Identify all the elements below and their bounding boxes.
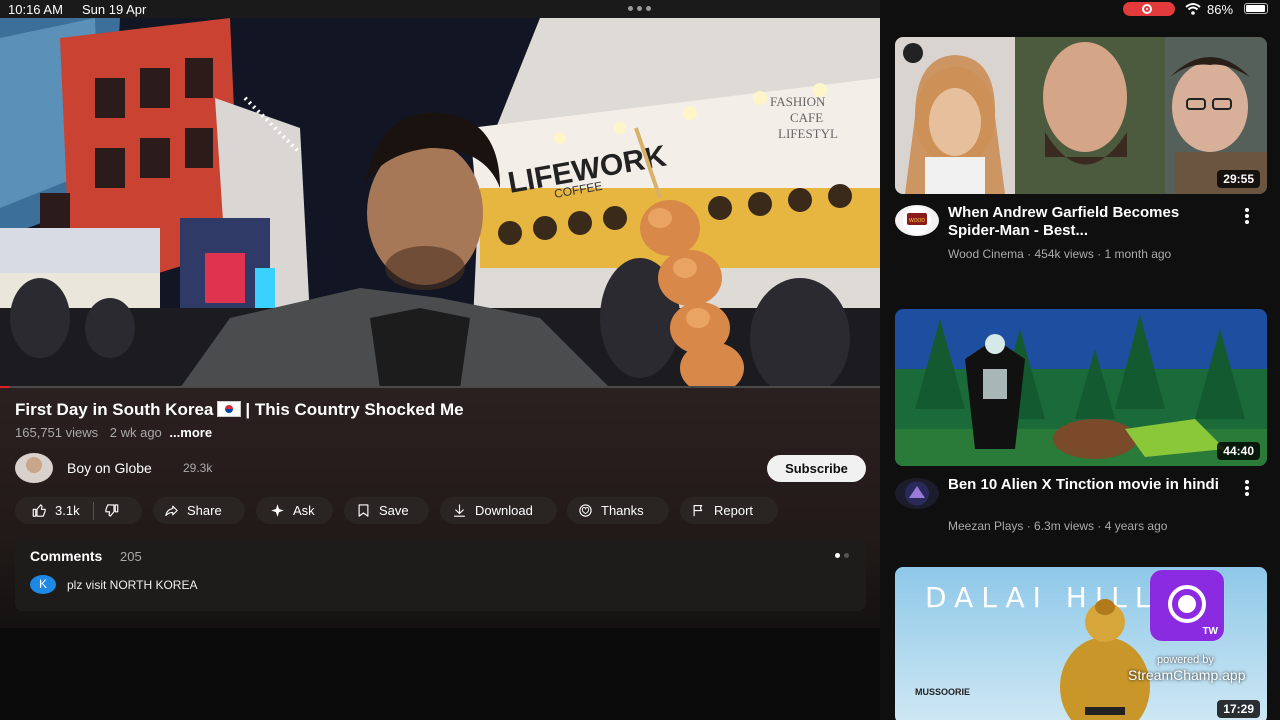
save-label: Save (379, 503, 409, 518)
view-count: 165,751 views (15, 425, 99, 440)
comments-panel[interactable]: Comments 205 K plz visit NORTH KOREA (15, 540, 866, 611)
subscribe-button[interactable]: Subscribe (767, 455, 866, 482)
download-label: Download (475, 503, 533, 518)
share-label: Share (187, 503, 222, 518)
svg-text:WOOD: WOOD (909, 218, 925, 224)
share-icon (165, 505, 178, 517)
battery-level (1246, 5, 1265, 12)
more-options-icon[interactable] (1243, 479, 1251, 497)
like-dislike-group: 3.1k (15, 497, 142, 524)
more-description-link[interactable]: ...more (169, 425, 212, 440)
upload-age: 2 wk ago (109, 425, 162, 440)
video-duration: 44:40 (1217, 442, 1260, 460)
svg-text:LIFESTYL: LIFESTYL (778, 126, 838, 141)
wifi-icon (1185, 3, 1201, 15)
streamchamp-watermark: StreamChamp.app (1128, 667, 1246, 683)
save-button[interactable]: Save (344, 497, 429, 524)
recommended-title[interactable]: Ben 10 Alien X Tinction movie in hindi (948, 476, 1233, 494)
channel-avatar[interactable] (15, 453, 53, 483)
video-meta[interactable]: 165,751 views 2 wk ago ...more (15, 425, 212, 440)
super-thanks-icon (579, 504, 592, 517)
recommended-meta: Meezan Plays · 6.3m views · 4 years ago (948, 519, 1168, 533)
thumbnail-image (895, 309, 1267, 466)
wood-cinema-logo-icon: WOOD (903, 206, 931, 235)
download-icon (453, 504, 466, 517)
sparkle-icon (271, 504, 284, 517)
bookmark-icon (358, 504, 369, 517)
report-label: Report (714, 503, 754, 518)
recommended-meta: Wood Cinema · 454k views · 1 month ago (948, 247, 1172, 261)
channel-name[interactable]: Boy on Globe (67, 460, 152, 476)
like-icon[interactable] (32, 503, 47, 518)
ask-label: Ask (293, 503, 315, 518)
channel-avatar[interactable]: WOOD (895, 205, 939, 236)
chip-divider (92, 501, 94, 520)
battery-icon (1244, 3, 1268, 14)
powered-by-text: powered by (1157, 654, 1214, 666)
top-comment-text: plz visit NORTH KOREA (67, 578, 198, 592)
commenter-avatar: K (30, 575, 56, 594)
meezan-plays-logo-icon (905, 481, 929, 506)
multitasking-dots-icon[interactable] (628, 6, 651, 11)
streamchamp-overlay-button[interactable]: TW (1150, 570, 1224, 641)
download-button[interactable]: Download (440, 497, 557, 524)
like-count: 3.1k (55, 503, 80, 518)
video-frame: LIFEWORK COFFEE FASHION CAFE LIFESTYL (0, 18, 880, 388)
dislike-icon[interactable] (104, 503, 119, 518)
record-icon (1168, 585, 1206, 623)
more-options-icon[interactable] (1243, 207, 1251, 225)
thanks-label: Thanks (601, 503, 644, 518)
battery-percent: 86% (1207, 2, 1234, 17)
status-date: Sun 19 Apr (82, 2, 147, 17)
video-title[interactable]: First Day in South Korea | This Country S… (15, 400, 464, 420)
record-icon (1142, 4, 1152, 14)
thanks-button[interactable]: Thanks (567, 497, 669, 524)
video-duration: 29:55 (1217, 170, 1260, 188)
recommended-title[interactable]: When Andrew Garfield Becomes Spider-Man … (948, 204, 1233, 240)
ask-button[interactable]: Ask (256, 497, 333, 524)
report-button[interactable]: Report (680, 497, 778, 524)
flag-icon (693, 504, 703, 517)
comments-count: 205 (120, 549, 142, 564)
status-time: 10:16 AM (8, 2, 63, 17)
video-duration: 17:29 (1217, 700, 1260, 718)
recommended-thumbnail[interactable]: 29:55 (895, 37, 1267, 194)
subscriber-count: 29.3k (183, 461, 213, 475)
comments-heading: Comments (30, 548, 103, 564)
comments-pager (835, 553, 849, 558)
status-bar: 10:16 AM Sun 19 Apr 86% (0, 0, 1280, 18)
south-korea-flag-icon (217, 400, 242, 417)
svg-text:CAFE: CAFE (790, 110, 823, 125)
thumbnail-image (895, 37, 1267, 194)
video-player[interactable]: LIFEWORK COFFEE FASHION CAFE LIFESTYL (0, 18, 880, 388)
screen-recording-indicator[interactable] (1123, 2, 1175, 16)
channel-avatar[interactable] (895, 478, 939, 509)
recommended-thumbnail[interactable]: 44:40 (895, 309, 1267, 466)
dalai-hills-text: DALAI HILLS (925, 581, 1184, 614)
tw-badge: TW (1202, 626, 1218, 637)
watch-pane: LIFEWORK COFFEE FASHION CAFE LIFESTYL Fi… (0, 0, 880, 720)
svg-text:MUSSOORIE: MUSSOORIE (915, 687, 970, 697)
share-button[interactable]: Share (153, 497, 245, 524)
